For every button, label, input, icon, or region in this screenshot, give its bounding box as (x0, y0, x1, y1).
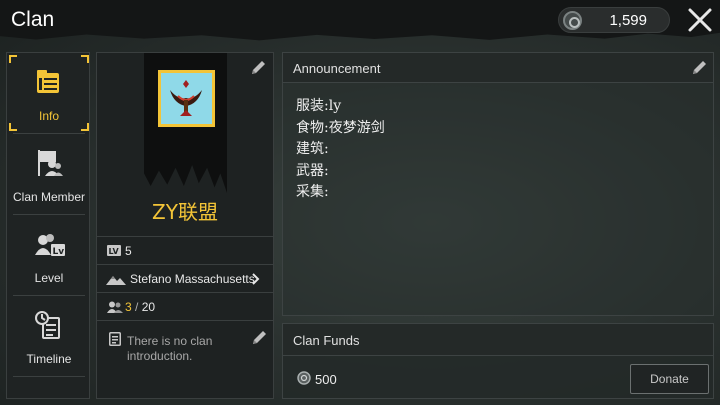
svg-text:Lv: Lv (53, 247, 65, 257)
close-icon (688, 8, 712, 32)
close-button[interactable] (686, 6, 714, 34)
edit-announcement-icon[interactable] (690, 59, 708, 77)
mountain-icon (106, 276, 126, 285)
level-icon: Lv (35, 234, 65, 257)
chevron-right-icon (252, 273, 260, 285)
selection-corner (9, 55, 17, 63)
sidebar: Info Clan Member Lv Level Timeline (6, 52, 90, 399)
announcement-line: 建筑: (296, 141, 329, 157)
clan-member-icon (38, 150, 63, 176)
clan-members-count: 3 / 20 (125, 300, 155, 314)
members-separator: / (131, 300, 142, 314)
announcement-header: Announcement (283, 53, 713, 83)
info-icon (37, 70, 59, 93)
selection-corner (81, 123, 89, 131)
document-icon (109, 332, 121, 346)
members-max: 20 (141, 300, 156, 314)
clan-leader-row[interactable]: Stefano Massachusetts (97, 264, 273, 292)
level-badge-icon: LV (107, 245, 121, 256)
selection-corner (81, 55, 89, 63)
announcement-body: 服装:ly 食物:夜梦游剑 建筑: 武器: 采集: (296, 96, 385, 204)
announcement-line: 采集: (296, 184, 329, 200)
sidebar-item-label: Level (34, 271, 64, 285)
clan-info-panel: ZY联盟 LV 5 Stefano Massachusetts 3 / 20 T… (96, 52, 274, 399)
clan-name: ZY联盟 (152, 200, 218, 224)
timeline-icon (35, 311, 60, 339)
sidebar-item-info[interactable]: Info (7, 53, 91, 133)
fund-coin-icon (297, 371, 311, 385)
sidebar-item-level[interactable]: Lv Level (7, 215, 91, 295)
clan-funds-header: Clan Funds (283, 324, 713, 356)
clan-leader-name: Stefano Massachusetts (130, 272, 255, 286)
level-badge-text: LV (109, 247, 120, 256)
clan-intro-text: There is no clan introduction. (127, 334, 213, 363)
clan-level-value: 5 (125, 244, 132, 258)
clan-intro-row: There is no clan introduction. (97, 320, 273, 398)
clan-emblem-icon (158, 70, 215, 127)
edit-banner-icon[interactable] (249, 59, 267, 77)
sidebar-item-label: Timeline (26, 352, 72, 366)
sidebar-item-clan-member[interactable]: Clan Member (7, 134, 91, 214)
coin-icon (563, 11, 582, 30)
clan-funds-title: Clan Funds (293, 333, 360, 348)
page-title: Clan (11, 8, 55, 31)
sidebar-item-label: Clan Member (12, 190, 86, 204)
clan-members-row: 3 / 20 (97, 292, 273, 320)
announcement-title: Announcement (293, 61, 381, 76)
announcement-panel: Announcement 服装:ly 食物:夜梦游剑 建筑: 武器: 采集: (282, 52, 714, 316)
edit-intro-icon[interactable] (250, 329, 268, 347)
clan-level-row: LV 5 (97, 236, 273, 264)
members-icon (107, 301, 123, 313)
selection-corner (9, 123, 17, 131)
clan-banner-area: ZY联盟 (97, 53, 273, 235)
sidebar-item-timeline[interactable]: Timeline (7, 296, 91, 376)
announcement-line: 武器: (296, 162, 329, 179)
sidebar-item-label: Info (38, 109, 59, 123)
currency-display: 1,599 (558, 7, 670, 33)
members-current: 3 (125, 300, 132, 314)
clan-funds-value: 500 (315, 372, 337, 387)
announcement-line: 食物:夜梦游剑 (296, 119, 385, 136)
announcement-line: 服装:ly (296, 98, 342, 114)
donate-button[interactable]: Donate (630, 364, 709, 394)
divider (13, 376, 85, 377)
currency-value: 1,599 (609, 12, 647, 29)
clan-funds-panel: Clan Funds 500 Donate (282, 323, 714, 399)
